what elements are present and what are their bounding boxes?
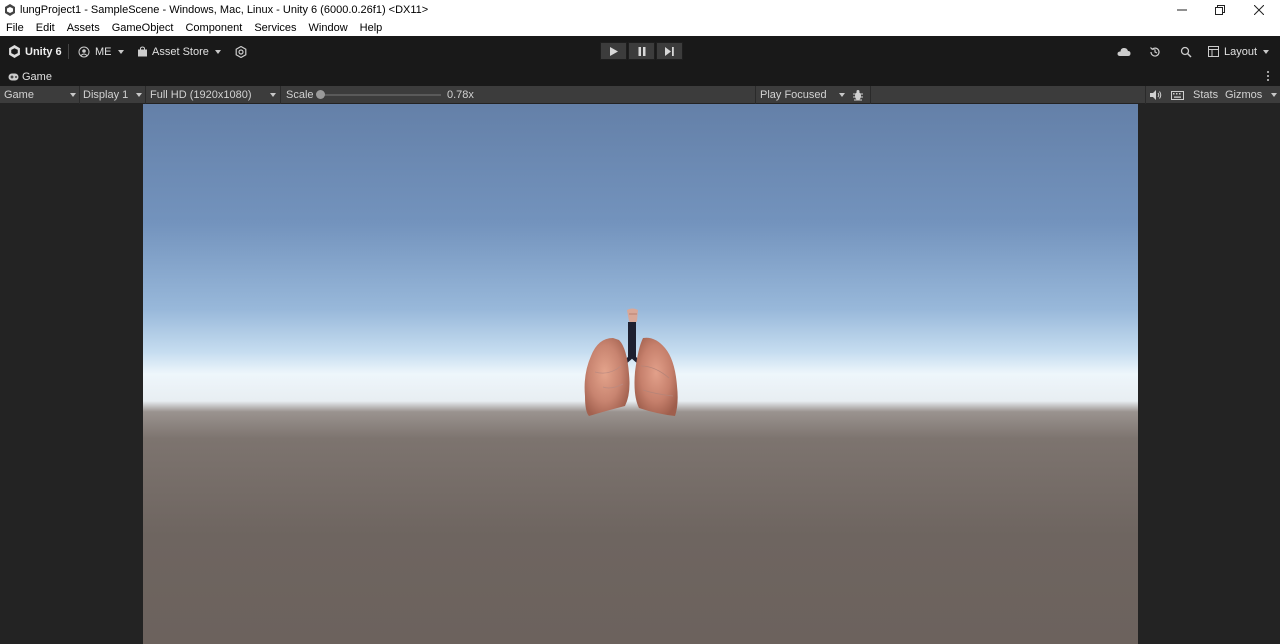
- tab-options-button[interactable]: [1265, 70, 1271, 82]
- chevron-down-icon: [214, 49, 221, 54]
- menu-assets[interactable]: Assets: [61, 22, 106, 34]
- game-view-render[interactable]: [143, 104, 1138, 644]
- separator: [280, 86, 281, 104]
- keyboard-icon: [1171, 90, 1184, 100]
- tab-game-label: Game: [22, 70, 52, 83]
- play-controls: [600, 42, 684, 60]
- account-icon: [78, 46, 90, 57]
- separator: [79, 86, 80, 104]
- close-icon: [1254, 5, 1264, 15]
- window-title: lungProject1 - SampleScene - Windows, Ma…: [20, 4, 429, 16]
- scale-label: Scale: [286, 89, 314, 101]
- minimize-button[interactable]: [1162, 0, 1202, 20]
- layout-icon: [1208, 46, 1219, 57]
- chevron-down-icon: [117, 49, 124, 54]
- menu-window[interactable]: Window: [303, 22, 354, 34]
- layout-dropdown[interactable]: Layout: [1208, 36, 1270, 67]
- menu-services[interactable]: Services: [248, 22, 302, 34]
- step-button[interactable]: [656, 42, 683, 60]
- search-button[interactable]: [1180, 36, 1192, 67]
- stats-toggle[interactable]: Stats: [1193, 86, 1218, 104]
- game-view-controlbar: Game Display 1 Full HD (1920x1080) Scale…: [0, 86, 1280, 104]
- view-mode-label: Game: [4, 89, 34, 101]
- resolution-label: Full HD (1920x1080): [150, 89, 252, 101]
- separator: [870, 86, 871, 104]
- gamepad-icon: [8, 73, 19, 80]
- asset-store-label: Asset Store: [152, 45, 209, 58]
- menu-file[interactable]: File: [0, 22, 30, 34]
- chevron-down-icon: [1271, 93, 1277, 97]
- account-dropdown[interactable]: ME: [78, 36, 124, 67]
- play-mode-label: Play Focused: [760, 89, 827, 101]
- tab-row: Game: [0, 67, 1280, 86]
- pause-button[interactable]: [628, 42, 655, 60]
- settings-button[interactable]: [235, 36, 247, 67]
- speaker-icon: [1150, 90, 1162, 100]
- display-dropdown[interactable]: Display 1: [83, 86, 142, 104]
- chevron-down-icon: [1263, 49, 1270, 54]
- scale-value: 0.78x: [447, 89, 474, 101]
- minimize-icon: [1177, 9, 1187, 11]
- asset-store-bag-icon: [138, 46, 147, 57]
- unity-logo-icon: [9, 45, 20, 58]
- restore-icon: [1215, 5, 1225, 15]
- unity-account-button[interactable]: Unity 6: [8, 36, 62, 67]
- toolbar-divider: [68, 44, 69, 59]
- scale-slider-handle[interactable]: [316, 90, 325, 99]
- play-mode-dropdown[interactable]: Play Focused: [760, 86, 845, 104]
- layout-label: Layout: [1224, 45, 1258, 58]
- keyboard-shortcuts-button[interactable]: [1171, 86, 1184, 104]
- play-icon: [609, 46, 618, 56]
- chevron-down-icon: [70, 93, 76, 97]
- account-label: ME: [95, 45, 112, 58]
- menu-bar: File Edit Assets GameObject Component Se…: [0, 20, 1280, 36]
- bug-icon: [853, 90, 863, 101]
- tab-game[interactable]: Game: [8, 67, 52, 86]
- lung-model: [584, 308, 678, 416]
- gizmos-dropdown[interactable]: Gizmos: [1225, 86, 1277, 104]
- pause-icon: [638, 46, 645, 56]
- unity-version-label: Unity 6: [25, 45, 62, 58]
- play-button[interactable]: [600, 42, 627, 60]
- cloud-button[interactable]: [1117, 36, 1131, 67]
- display-label: Display 1: [83, 89, 129, 101]
- separator: [145, 86, 146, 104]
- scale-slider-track[interactable]: [320, 94, 441, 96]
- chevron-down-icon: [270, 93, 276, 97]
- unity-app-icon: [5, 4, 15, 16]
- gizmos-label: Gizmos: [1225, 89, 1263, 101]
- frame-debugger-button[interactable]: [852, 86, 864, 104]
- separator: [1145, 86, 1146, 104]
- menu-help[interactable]: Help: [354, 22, 389, 34]
- chevron-down-icon: [839, 93, 845, 97]
- undo-history-button[interactable]: [1149, 36, 1161, 67]
- mute-audio-button[interactable]: [1150, 86, 1162, 104]
- window-titlebar: lungProject1 - SampleScene - Windows, Ma…: [0, 0, 1280, 20]
- search-icon: [1180, 46, 1192, 58]
- close-button[interactable]: [1239, 0, 1279, 20]
- step-icon: [665, 46, 674, 56]
- menu-gameobject[interactable]: GameObject: [106, 22, 180, 34]
- resolution-dropdown[interactable]: Full HD (1920x1080): [150, 86, 276, 104]
- cloud-icon: [1117, 47, 1131, 56]
- menu-component[interactable]: Component: [179, 22, 248, 34]
- view-mode-dropdown[interactable]: Game: [4, 86, 76, 104]
- menu-edit[interactable]: Edit: [30, 22, 61, 34]
- asset-store-dropdown[interactable]: Asset Store: [137, 36, 221, 67]
- restore-button[interactable]: [1200, 0, 1240, 20]
- settings-icon: [235, 45, 247, 58]
- separator: [755, 86, 756, 104]
- history-icon: [1150, 46, 1160, 57]
- chevron-down-icon: [136, 93, 142, 97]
- kebab-menu-icon: [1267, 71, 1269, 81]
